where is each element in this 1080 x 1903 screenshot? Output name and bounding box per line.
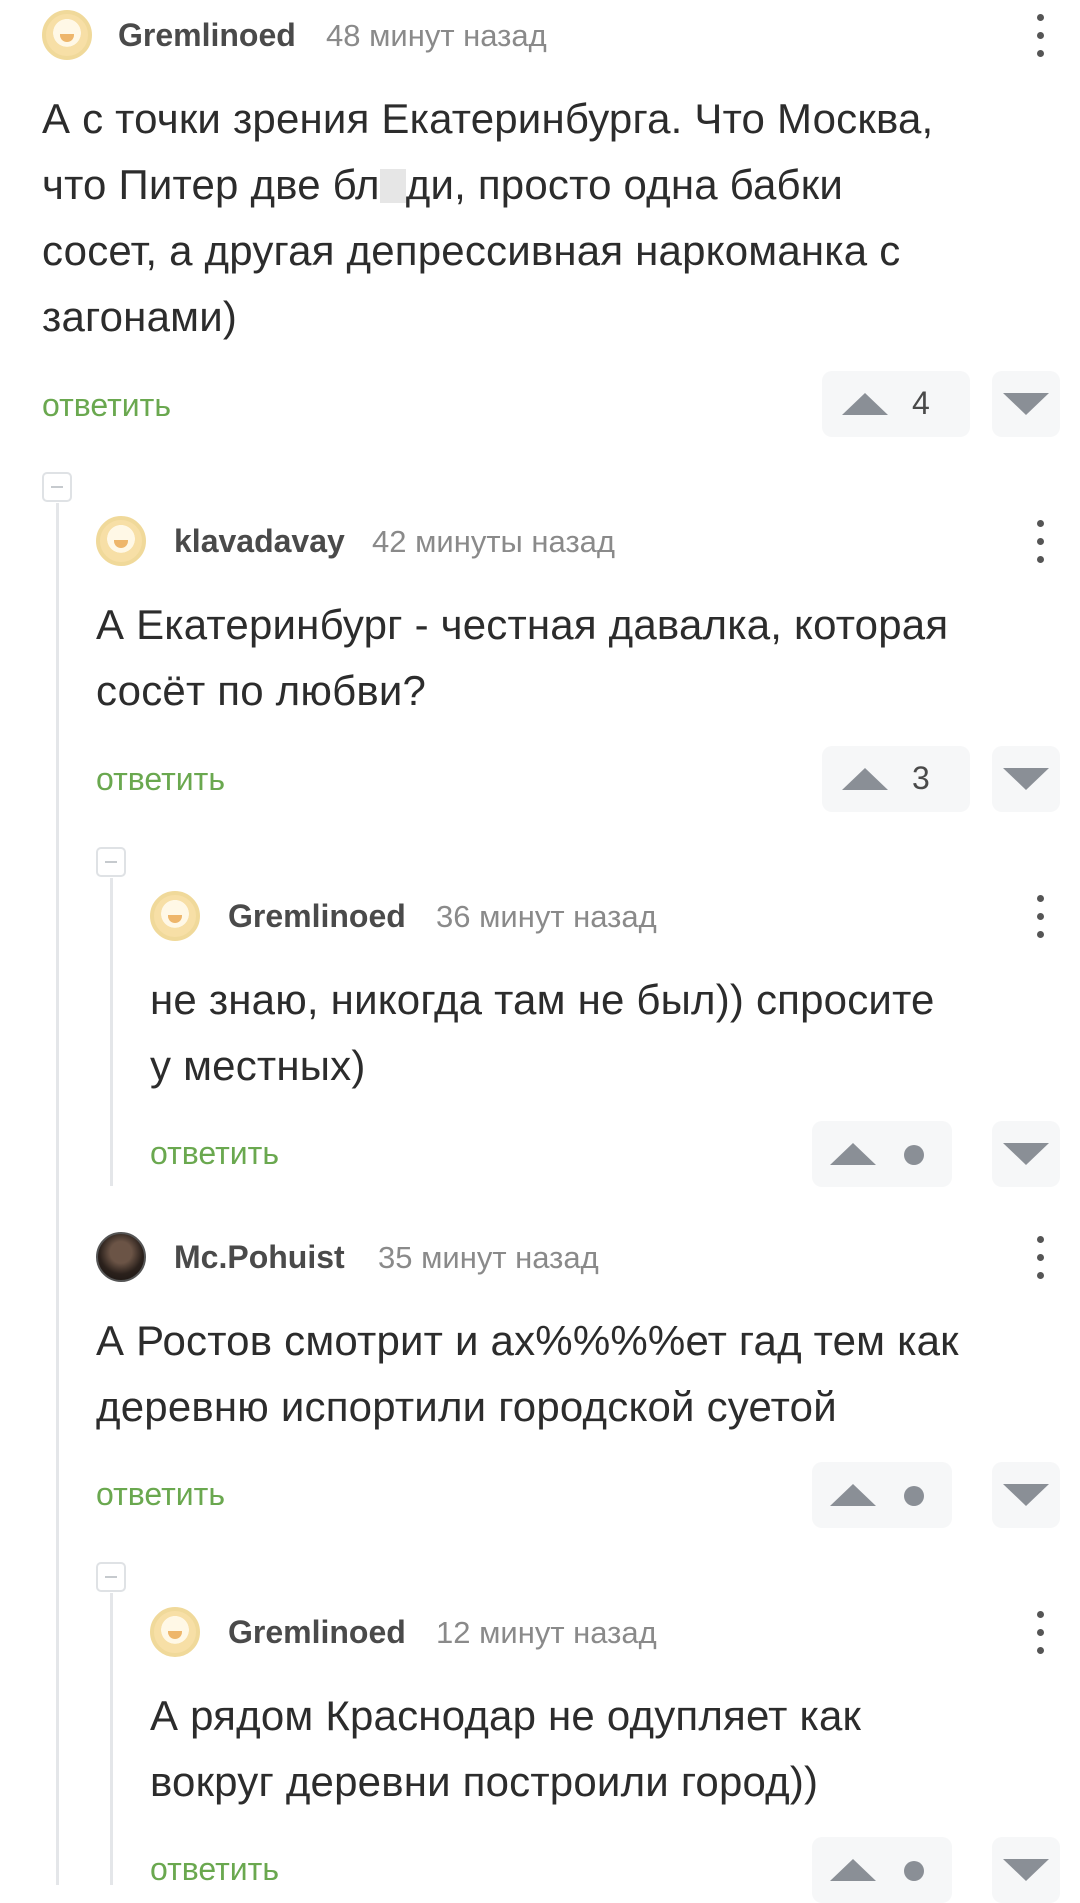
comment-text: не знаю, никогда там не был)) спросите у…: [150, 976, 935, 1089]
comment: Gremlinoed 48 минут назад А с точки зрен…: [0, 0, 1080, 440]
arrow-down-icon: [1003, 393, 1049, 415]
arrow-up-icon: [830, 1859, 876, 1881]
comment: Gremlinoed 36 минут назад не знаю, никог…: [0, 881, 1080, 1201]
more-vertical-icon[interactable]: [1030, 1234, 1050, 1282]
censored-blur: [379, 169, 406, 203]
more-vertical-icon[interactable]: [1030, 893, 1050, 941]
arrow-down-icon: [1003, 1484, 1049, 1506]
rating-score: 4: [912, 385, 930, 421]
comment-text: А Екатеринбург - честная давалка, котора…: [96, 601, 949, 714]
collapse-minus-icon[interactable]: [96, 1562, 126, 1592]
more-vertical-icon[interactable]: [1030, 518, 1050, 566]
reply-button[interactable]: ответить: [150, 1851, 279, 1888]
comment-header: Mc.Pohuist 35 минут назад: [0, 1222, 1080, 1292]
reply-button[interactable]: ответить: [96, 1476, 225, 1513]
downvote-button[interactable]: [992, 1462, 1060, 1528]
upvote-button[interactable]: [812, 1837, 952, 1903]
rating-score: 3: [912, 760, 930, 796]
arrow-up-icon: [842, 393, 888, 415]
comment: Gremlinoed 12 минут назад А рядом Красно…: [0, 1597, 1080, 1903]
user-photo-avatar[interactable]: [96, 1232, 146, 1282]
rating-hidden-dot: [904, 1486, 924, 1506]
comment-text: А рядом Краснодар не одупляет как вокруг…: [150, 1692, 862, 1805]
more-vertical-icon[interactable]: [1030, 1609, 1050, 1657]
comment: klavadavay 42 минуты назад А Екатеринбур…: [0, 506, 1080, 826]
timestamp: 12 минут назад: [436, 1615, 657, 1650]
username[interactable]: klavadavay: [174, 523, 345, 560]
username[interactable]: Gremlinoed: [118, 17, 296, 54]
collapse-minus-icon[interactable]: [42, 472, 72, 502]
comment-header: Gremlinoed 48 минут назад: [0, 0, 1080, 70]
username[interactable]: Gremlinoed: [228, 898, 406, 935]
username[interactable]: Gremlinoed: [228, 1614, 406, 1651]
collapse-minus-icon[interactable]: [96, 847, 126, 877]
timestamp: 42 минуты назад: [372, 524, 615, 559]
arrow-down-icon: [1003, 768, 1049, 790]
sheep-avatar-icon[interactable]: [42, 10, 92, 60]
comment-text: А Ростов смотрит и ах%%%%ет гад тем как …: [96, 1317, 959, 1430]
comment-header: Gremlinoed 12 минут назад: [0, 1597, 1080, 1667]
username[interactable]: Mc.Pohuist: [174, 1239, 345, 1276]
reply-button[interactable]: ответить: [96, 761, 225, 798]
comment-text: А с точки зрения Екатеринбурга. Что Моск…: [42, 95, 934, 340]
timestamp: 35 минут назад: [378, 1240, 599, 1275]
comment: Mc.Pohuist 35 минут назад А Ростов смотр…: [0, 1222, 1080, 1542]
timestamp: 48 минут назад: [326, 18, 547, 53]
downvote-button[interactable]: [992, 1837, 1060, 1903]
upvote-button[interactable]: [812, 1462, 952, 1528]
sheep-avatar-icon[interactable]: [150, 891, 200, 941]
arrow-down-icon: [1003, 1859, 1049, 1881]
downvote-button[interactable]: [992, 746, 1060, 812]
sheep-avatar-icon[interactable]: [150, 1607, 200, 1657]
arrow-up-icon: [842, 768, 888, 790]
rating-hidden-dot: [904, 1861, 924, 1881]
downvote-button[interactable]: [992, 1121, 1060, 1187]
arrow-up-icon: [830, 1484, 876, 1506]
upvote-button[interactable]: [812, 1121, 952, 1187]
rating-hidden-dot: [904, 1145, 924, 1165]
arrow-up-icon: [830, 1143, 876, 1165]
upvote-button[interactable]: 3: [822, 746, 970, 812]
comment-header: Gremlinoed 36 минут назад: [0, 881, 1080, 951]
upvote-button[interactable]: 4: [822, 371, 970, 437]
timestamp: 36 минут назад: [436, 899, 657, 934]
arrow-down-icon: [1003, 1143, 1049, 1165]
more-vertical-icon[interactable]: [1030, 12, 1050, 60]
comment-header: klavadavay 42 минуты назад: [0, 506, 1080, 576]
reply-button[interactable]: ответить: [150, 1135, 279, 1172]
reply-button[interactable]: ответить: [42, 387, 171, 424]
sheep-avatar-icon[interactable]: [96, 516, 146, 566]
downvote-button[interactable]: [992, 371, 1060, 437]
